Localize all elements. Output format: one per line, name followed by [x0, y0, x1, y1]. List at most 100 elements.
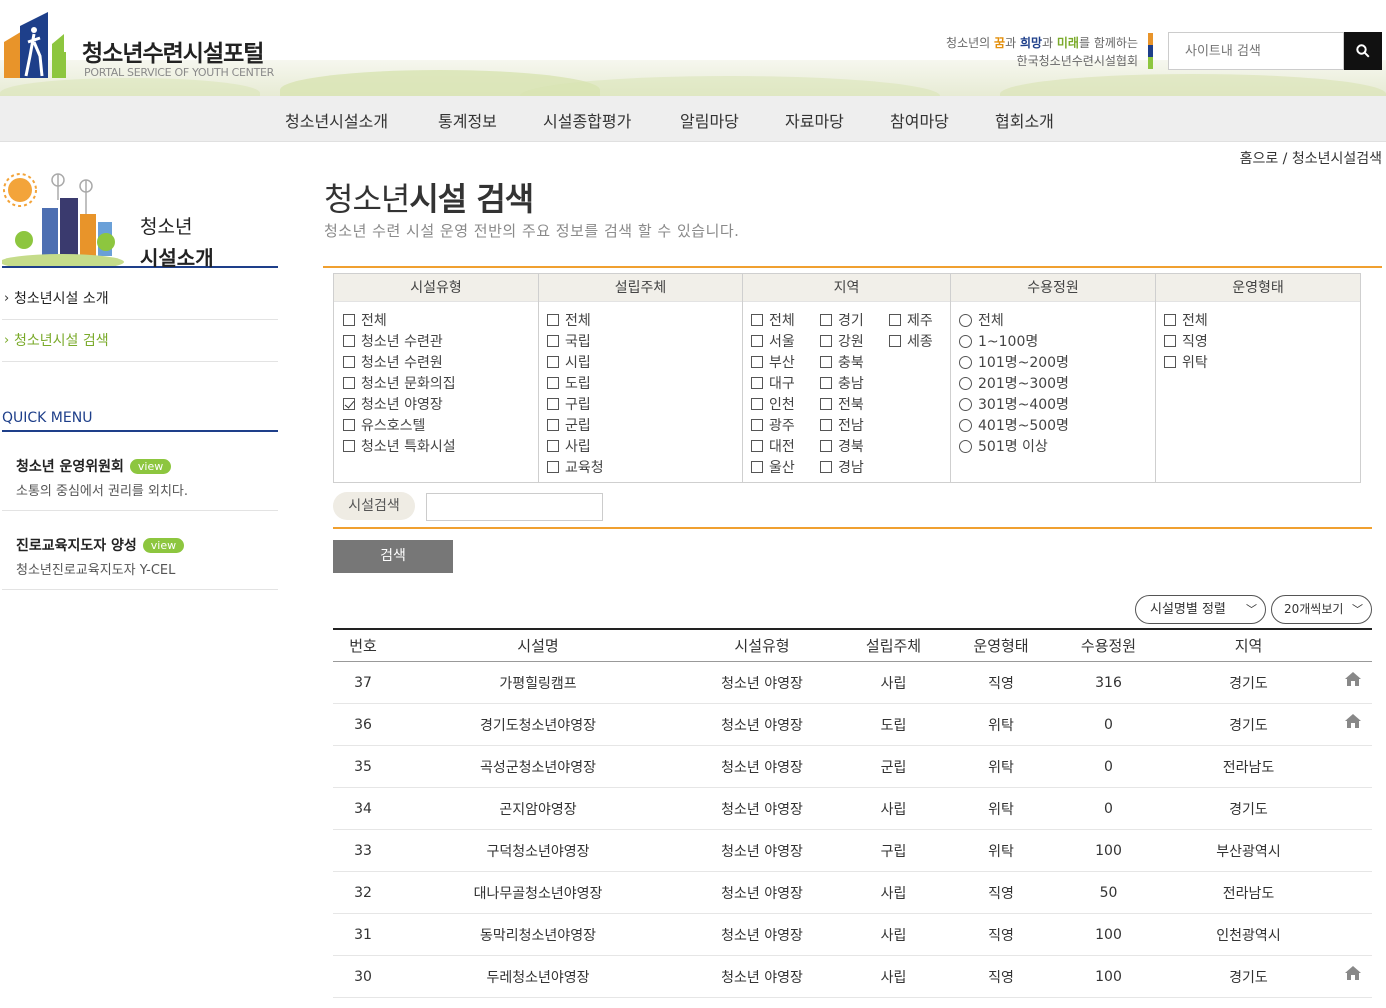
radio-option[interactable]: 1~100명	[959, 331, 1038, 351]
col-header-capacity[interactable]: 수용정원	[1056, 630, 1161, 661]
cell-name[interactable]: 곤지암야영장	[393, 788, 683, 829]
nav-item-association[interactable]: 협회소개	[995, 108, 1054, 132]
checkbox-option[interactable]: 교육청	[547, 457, 604, 477]
checkbox-option[interactable]: 경기	[820, 310, 864, 330]
checkbox[interactable]	[751, 377, 763, 389]
col-header-region[interactable]: 지역	[1161, 630, 1336, 661]
quick-item-career-leader[interactable]: 진로교육지도자 양성 view 청소년진로교육지도자 Y-CEL	[2, 535, 278, 590]
checkbox-option[interactable]: 충남	[820, 373, 864, 393]
table-row[interactable]: 32 대나무골청소년야영장 청소년 야영장 사립 직영 50 전라남도	[333, 872, 1372, 914]
checkbox-option[interactable]: 충북	[820, 352, 864, 372]
search-button[interactable]: 검색	[333, 540, 453, 573]
checkbox[interactable]	[820, 314, 832, 326]
cell-name[interactable]: 동막리청소년야영장	[393, 914, 683, 955]
sort-select[interactable]: 시설명별 정렬 ﹀	[1135, 595, 1266, 624]
home-icon[interactable]	[1344, 964, 1362, 982]
radio-option[interactable]: 401명~500명	[959, 415, 1069, 435]
col-header-no[interactable]: 번호	[333, 630, 393, 661]
checkbox[interactable]	[820, 440, 832, 452]
checkbox-option[interactable]: 사립	[547, 436, 591, 456]
checkbox-option[interactable]: 청소년 수련원	[343, 352, 443, 372]
radio-button[interactable]	[959, 334, 972, 348]
checkbox-option[interactable]: 전체	[751, 310, 795, 330]
checkbox[interactable]	[1164, 314, 1176, 326]
checkbox-option[interactable]: 광주	[751, 415, 795, 435]
radio-button[interactable]	[959, 313, 972, 327]
cell-name[interactable]: 두레청소년야영장	[393, 956, 683, 997]
table-row[interactable]: 37 가평힐링캠프 청소년 야영장 사립 직영 316 경기도	[333, 662, 1372, 704]
checkbox[interactable]	[547, 377, 559, 389]
cell-name[interactable]: 구덕청소년야영장	[393, 830, 683, 871]
checkbox-option[interactable]: 대구	[751, 373, 795, 393]
cell-name[interactable]: 대나무골청소년야영장	[393, 872, 683, 913]
checkbox-option[interactable]: 청소년 문화의집	[343, 373, 456, 393]
checkbox[interactable]	[751, 356, 763, 368]
table-row[interactable]: 31 동막리청소년야영장 청소년 야영장 사립 직영 100 인천광역시	[333, 914, 1372, 956]
radio-option[interactable]: 201명~300명	[959, 373, 1069, 393]
site-search-button[interactable]	[1344, 32, 1382, 70]
checkbox[interactable]	[547, 419, 559, 431]
checkbox[interactable]	[547, 461, 559, 473]
table-row[interactable]: 35 곡성군청소년야영장 청소년 야영장 군립 위탁 0 전라남도	[333, 746, 1372, 788]
checkbox-option[interactable]: 구립	[547, 394, 591, 414]
checkbox-option[interactable]: 전체	[343, 310, 387, 330]
checkbox-option[interactable]: 인천	[751, 394, 795, 414]
checkbox[interactable]	[751, 398, 763, 410]
view-badge[interactable]: view	[129, 459, 172, 474]
home-icon[interactable]	[1344, 670, 1362, 688]
checkbox[interactable]	[547, 398, 559, 410]
quick-item-committee[interactable]: 청소년 운영위원회 view 소통의 중심에서 권리를 외치다.	[2, 456, 278, 511]
view-badge[interactable]: view	[142, 538, 185, 553]
checkbox-option[interactable]: 국립	[547, 331, 591, 351]
radio-option[interactable]: 전체	[959, 310, 1004, 330]
breadcrumb[interactable]: 홈으로 / 청소년시설검색	[1240, 148, 1382, 168]
radio-option[interactable]: 501명 이상	[959, 436, 1048, 456]
checkbox[interactable]	[820, 377, 832, 389]
checkbox-option[interactable]: 강원	[820, 331, 864, 351]
nav-item-statistics[interactable]: 통계정보	[438, 108, 497, 132]
table-row[interactable]: 34 곤지암야영장 청소년 야영장 사립 위탁 0 경기도	[333, 788, 1372, 830]
checkbox-option[interactable]: 경남	[820, 457, 864, 477]
checkbox-option[interactable]: 울산	[751, 457, 795, 477]
table-row[interactable]: 36 경기도청소년야영장 청소년 야영장 도립 위탁 0 경기도	[333, 704, 1372, 746]
nav-item-participation[interactable]: 참여마당	[890, 108, 949, 132]
cell-name[interactable]: 경기도청소년야영장	[393, 704, 683, 745]
checkbox-option[interactable]: 대전	[751, 436, 795, 456]
checkbox[interactable]	[889, 335, 901, 347]
checkbox-option[interactable]: 세종	[889, 331, 933, 351]
checkbox[interactable]	[343, 419, 355, 431]
facility-search-input[interactable]	[426, 493, 603, 521]
checkbox-option[interactable]: 청소년 야영장	[343, 394, 443, 414]
table-row[interactable]: 33 구덕청소년야영장 청소년 야영장 구립 위탁 100 부산광역시	[333, 830, 1372, 872]
logo-title[interactable]: 청소년수련시설포털	[82, 34, 264, 68]
nav-item-notice[interactable]: 알림마당	[680, 108, 739, 132]
checkbox[interactable]	[1164, 335, 1176, 347]
checkbox-option[interactable]: 군립	[547, 415, 591, 435]
checkbox[interactable]	[751, 419, 763, 431]
checkbox-option[interactable]: 시립	[547, 352, 591, 372]
sidebar-item-facility-intro[interactable]: › 청소년시설 소개	[2, 278, 278, 320]
checkbox[interactable]	[820, 419, 832, 431]
radio-button[interactable]	[959, 355, 972, 369]
checkbox-option[interactable]: 유스호스텔	[343, 415, 425, 435]
col-header-type[interactable]: 시설유형	[683, 630, 841, 661]
checkbox-option[interactable]: 전체	[1164, 310, 1208, 330]
checkbox[interactable]	[751, 461, 763, 473]
nav-item-evaluation[interactable]: 시설종합평가	[543, 108, 631, 132]
table-row[interactable]: 30 두레청소년야영장 청소년 야영장 사립 직영 100 경기도	[333, 956, 1372, 998]
radio-option[interactable]: 101명~200명	[959, 352, 1069, 372]
checkbox[interactable]	[343, 398, 355, 410]
checkbox-option[interactable]: 부산	[751, 352, 795, 372]
col-header-operation[interactable]: 운영형태	[946, 630, 1056, 661]
col-header-name[interactable]: 시설명	[393, 630, 683, 661]
checkbox[interactable]	[343, 314, 355, 326]
checkbox-option[interactable]: 전남	[820, 415, 864, 435]
radio-option[interactable]: 301명~400명	[959, 394, 1069, 414]
checkbox[interactable]	[343, 356, 355, 368]
nav-item-facility-intro[interactable]: 청소년시설소개	[285, 108, 388, 132]
checkbox-option[interactable]: 전체	[547, 310, 591, 330]
checkbox-option[interactable]: 직영	[1164, 331, 1208, 351]
checkbox-option[interactable]: 청소년 수련관	[343, 331, 443, 351]
checkbox[interactable]	[547, 440, 559, 452]
checkbox[interactable]	[343, 440, 355, 452]
